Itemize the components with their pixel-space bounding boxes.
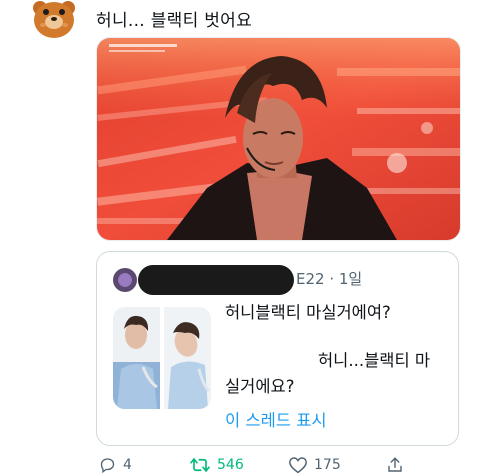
quoted-photos [113,307,211,409]
share-button[interactable] [386,456,404,474]
retweet-button[interactable]: 546 [189,456,244,474]
retweet-icon [190,458,210,472]
quoted-tweet[interactable]: E22 · 1일 허니블랙티 마실거에여? 허니...블랙티 마 실거에요? 이… [96,251,459,446]
redacted-username [138,265,294,295]
quoted-text-line: 허니...블랙티 마 [318,351,431,370]
quoted-media-image[interactable] [113,307,211,409]
share-icon [388,457,402,472]
quoted-text-line: 허니블랙티 마실거에여? [225,303,391,322]
like-count: 175 [314,457,341,473]
retweet-count: 546 [217,457,244,473]
reply-count: 4 [123,457,132,473]
tweet-media-image[interactable] [96,37,461,241]
tweet-actions: 4 546 175 [96,456,416,476]
bear-avatar-image [33,1,75,38]
performer-photo [97,38,460,240]
avatar[interactable] [30,0,78,40]
quoted-avatar[interactable] [113,268,137,292]
show-thread-link[interactable]: 이 스레드 표시 [225,407,327,431]
quoted-meta: E22 · 1일 [296,270,363,288]
heart-icon [289,457,307,474]
like-button[interactable]: 175 [288,456,341,474]
tweet-text: 허니... 블랙티 벗어요 [96,11,253,31]
reply-button[interactable]: 4 [98,456,132,474]
reply-icon [100,458,115,474]
quoted-text-line: 실거에요? [225,377,295,396]
